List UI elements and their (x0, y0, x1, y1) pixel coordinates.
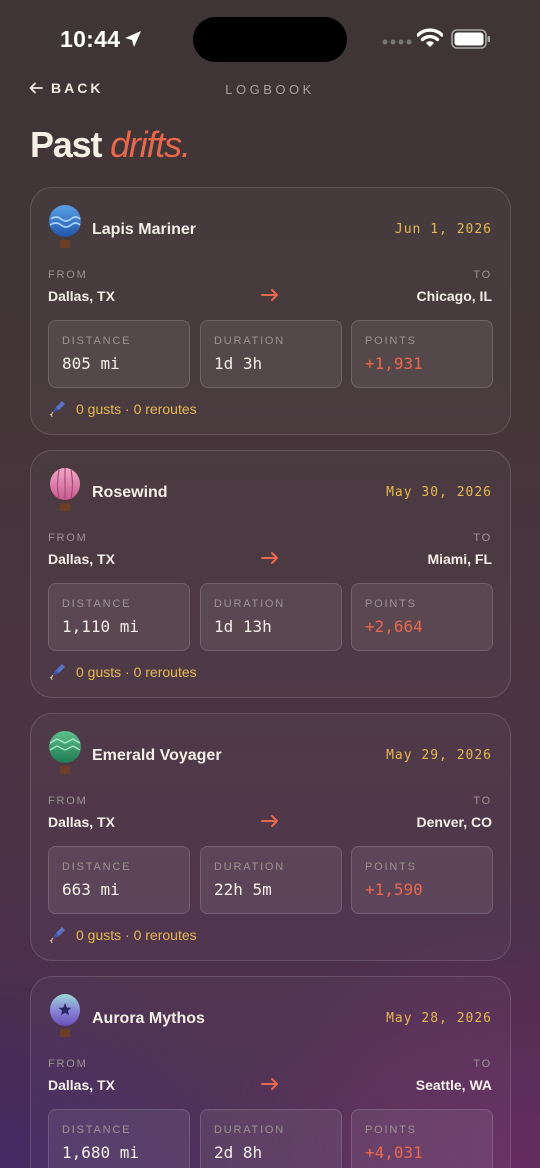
summary-text: 0 gusts · 0 reroutes (76, 927, 197, 943)
dynamic-island (193, 17, 347, 62)
points-stat: POINTS +2,664 (351, 583, 493, 651)
balloon-name: Aurora Mythos (92, 1010, 205, 1027)
from-label: FROM (48, 532, 88, 544)
trip-card[interactable]: Emerald Voyager May 29, 2026 FROM TO Dal… (30, 713, 511, 961)
points-value: +4,031 (365, 1143, 423, 1162)
duration-value: 1d 13h (214, 617, 272, 636)
distance-label: DISTANCE (62, 335, 132, 347)
duration-label: DURATION (214, 861, 286, 873)
destination-city: Miami, FL (427, 551, 492, 567)
kite-icon (49, 927, 65, 944)
points-stat: POINTS +1,590 (351, 846, 493, 914)
summary-text: 0 gusts · 0 reroutes (76, 401, 197, 417)
from-label: FROM (48, 269, 88, 281)
trip-date: Jun 1, 2026 (394, 222, 492, 237)
rose-balloon-icon (50, 468, 80, 511)
from-label: FROM (48, 1058, 88, 1070)
distance-label: DISTANCE (62, 1124, 132, 1136)
distance-label: DISTANCE (62, 598, 132, 610)
status-time: 10:44 (60, 26, 121, 52)
distance-value: 1,680 mi (62, 1143, 140, 1162)
distance-stat: DISTANCE 1,680 mi (48, 1109, 190, 1168)
from-label: FROM (48, 795, 88, 807)
duration-stat: DURATION 2d 8h (200, 1109, 342, 1168)
trip-summary: 0 gusts · 0 reroutes (48, 400, 197, 418)
duration-label: DURATION (214, 1124, 286, 1136)
points-value: +2,664 (365, 617, 423, 636)
page-title-main: Past (30, 124, 102, 165)
balloon-name: Emerald Voyager (92, 747, 222, 764)
page-title: Past drifts. (30, 124, 191, 166)
battery-icon (451, 29, 490, 49)
lapis-balloon-icon (49, 205, 81, 248)
location-arrow-icon (125, 31, 141, 47)
origin-city: Dallas, TX (48, 551, 115, 567)
origin-city: Dallas, TX (48, 1077, 115, 1093)
arrow-right-icon (261, 1078, 278, 1090)
kite-icon (49, 401, 65, 418)
points-label: POINTS (365, 335, 417, 347)
trip-card[interactable]: Rosewind May 30, 2026 FROM TO Dallas, TX… (30, 450, 511, 698)
points-label: POINTS (365, 598, 417, 610)
arrow-right-icon (261, 289, 278, 301)
destination-city: Denver, CO (416, 814, 492, 830)
duration-label: DURATION (214, 335, 286, 347)
duration-value: 22h 5m (214, 880, 272, 899)
page-title-accent: drifts. (110, 124, 191, 165)
balloon-name: Lapis Mariner (92, 221, 197, 238)
to-label: TO (473, 1058, 492, 1070)
balloon-name: Rosewind (92, 484, 168, 501)
distance-value: 805 mi (62, 354, 120, 373)
distance-label: DISTANCE (62, 861, 132, 873)
distance-stat: DISTANCE 663 mi (48, 846, 190, 914)
points-value: +1,931 (365, 354, 423, 373)
trip-date: May 30, 2026 (386, 485, 492, 500)
summary-text: 0 gusts · 0 reroutes (76, 664, 197, 680)
points-label: POINTS (365, 861, 417, 873)
emerald-balloon-icon (49, 731, 81, 774)
status-bar: 10:44 (0, 0, 540, 80)
arrow-right-icon (261, 815, 278, 827)
to-label: TO (473, 532, 492, 544)
destination-city: Chicago, IL (416, 288, 492, 304)
to-label: TO (473, 795, 492, 807)
points-stat: POINTS +1,931 (351, 320, 493, 388)
duration-value: 2d 8h (214, 1143, 263, 1162)
points-stat: POINTS +4,031 (351, 1109, 493, 1168)
top-nav: BACK LOGBOOK (0, 80, 540, 100)
trip-card[interactable]: Aurora Mythos May 28, 2026 FROM TO Dalla… (30, 976, 511, 1168)
distance-value: 663 mi (62, 880, 120, 899)
points-value: +1,590 (365, 880, 423, 899)
arrow-right-icon (261, 552, 278, 564)
aurora-balloon-icon (50, 994, 80, 1037)
duration-stat: DURATION 22h 5m (200, 846, 342, 914)
nav-title: LOGBOOK (225, 82, 315, 97)
duration-value: 1d 3h (214, 354, 263, 373)
trip-summary: 0 gusts · 0 reroutes (48, 663, 197, 681)
signal-dots-icon (382, 39, 412, 45)
distance-value: 1,110 mi (62, 617, 140, 636)
duration-label: DURATION (214, 598, 286, 610)
kite-icon (49, 664, 65, 681)
wifi-icon (417, 28, 443, 47)
to-label: TO (473, 269, 492, 281)
points-label: POINTS (365, 1124, 417, 1136)
origin-city: Dallas, TX (48, 814, 115, 830)
trip-summary: 0 gusts · 0 reroutes (48, 926, 197, 944)
origin-city: Dallas, TX (48, 288, 115, 304)
distance-stat: DISTANCE 1,110 mi (48, 583, 190, 651)
trip-date: May 28, 2026 (386, 1011, 492, 1026)
duration-stat: DURATION 1d 13h (200, 583, 342, 651)
destination-city: Seattle, WA (415, 1077, 492, 1093)
duration-stat: DURATION 1d 3h (200, 320, 342, 388)
trip-date: May 29, 2026 (386, 748, 492, 763)
distance-stat: DISTANCE 805 mi (48, 320, 190, 388)
trip-card[interactable]: Lapis Mariner Jun 1, 2026 FROM TO Dallas… (30, 187, 511, 435)
